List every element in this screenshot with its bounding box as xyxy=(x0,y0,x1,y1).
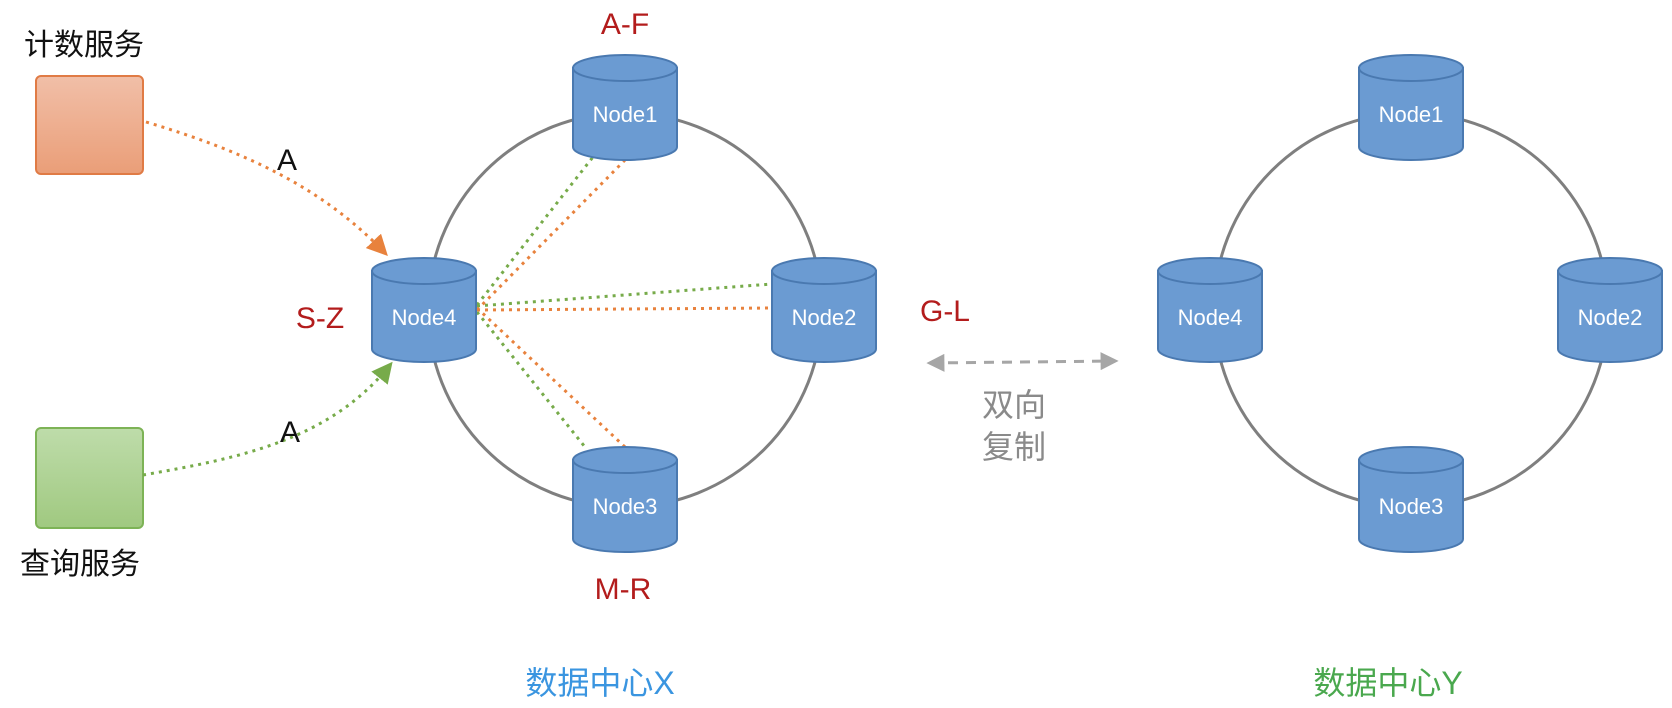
node-label: Node3 xyxy=(1379,494,1444,519)
query-to-node4-arrow xyxy=(142,361,393,477)
counting-edge-label: A xyxy=(277,144,297,177)
counting-service-label: 计数服务 xyxy=(24,29,144,62)
replication-label-line2: 复制 xyxy=(982,429,1046,465)
dc-x-node3[interactable]: Node3 xyxy=(572,446,678,553)
orange-link-node2 xyxy=(476,306,773,312)
cylinder-top xyxy=(771,257,877,285)
node4-replica-links xyxy=(475,147,773,449)
green-link-node1 xyxy=(475,147,602,306)
green-link-node2 xyxy=(476,282,773,308)
node-label: Node3 xyxy=(593,494,658,519)
cylinder-top xyxy=(1358,446,1464,474)
query-service-box[interactable] xyxy=(35,427,144,529)
node-label: Node1 xyxy=(593,102,658,127)
datacenter-x-label: 数据中心X xyxy=(525,665,674,701)
dc-y-node3[interactable]: Node3 xyxy=(1358,446,1464,553)
node-label: Node2 xyxy=(792,305,857,330)
replication-arrow xyxy=(926,352,1119,372)
node-label: Node1 xyxy=(1379,102,1444,127)
cylinder-top xyxy=(1358,54,1464,82)
dc-x-node1[interactable]: Node1 xyxy=(572,54,678,161)
replication-label-line1: 双向 xyxy=(982,387,1046,423)
node-label: Node4 xyxy=(392,305,457,330)
counting-service-box[interactable] xyxy=(35,75,144,175)
dc-y-node2[interactable]: Node2 xyxy=(1557,257,1663,363)
replication-diagram: 计数服务 查询服务 A A Node1 A-F Node2 G-L Node3 … xyxy=(20,8,1663,701)
node-label: Node2 xyxy=(1578,305,1643,330)
dc-x-node1-range: A-F xyxy=(601,8,649,41)
query-edge-label: A xyxy=(280,416,300,449)
cylinder-top xyxy=(1557,257,1663,285)
node-label: Node4 xyxy=(1178,305,1243,330)
cylinder-top xyxy=(572,54,678,82)
cylinder-top xyxy=(371,257,477,285)
dc-x-node4[interactable]: Node4 xyxy=(371,257,477,363)
cylinder-top xyxy=(572,446,678,474)
dc-x-node2-range: G-L xyxy=(920,295,970,328)
query-service-label: 查询服务 xyxy=(20,548,140,581)
dc-x-node4-range: S-Z xyxy=(296,302,344,335)
dc-x-node3-range: M-R xyxy=(595,573,652,606)
orange-link-node1 xyxy=(475,158,627,312)
counting-to-node4-arrow xyxy=(145,120,388,257)
dc-x-node2[interactable]: Node2 xyxy=(771,257,877,363)
cylinder-top xyxy=(1157,257,1263,285)
dc-y-node1[interactable]: Node1 xyxy=(1358,54,1464,161)
datacenter-y-label: 数据中心Y xyxy=(1313,665,1462,701)
green-link-node3 xyxy=(475,311,587,448)
orange-link-node3 xyxy=(475,306,627,449)
dc-y-node4[interactable]: Node4 xyxy=(1157,257,1263,363)
